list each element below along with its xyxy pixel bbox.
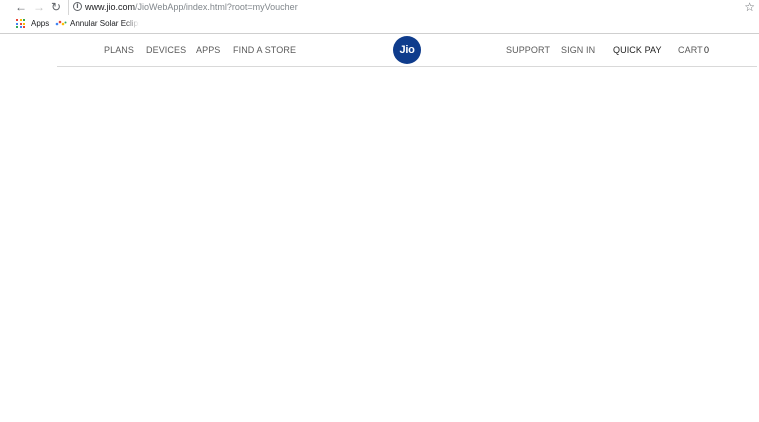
bookmarks-bar: Apps Annular Solar Eclipse — [0, 15, 759, 33]
back-arrow-icon[interactable]: ← — [15, 1, 27, 13]
bookmark-apps[interactable]: Apps — [31, 18, 49, 30]
reload-icon[interactable]: ↻ — [50, 1, 62, 13]
nav-plans[interactable]: PLANS — [104, 45, 134, 56]
site-header: PLANS DEVICES APPS FIND A STORE Jio SUPP… — [0, 34, 759, 67]
nav-find-a-store[interactable]: FIND A STORE — [233, 45, 296, 56]
address-bar: ← → ↻ i www.jio.com/JioWebApp/index.html… — [0, 0, 759, 15]
nav-apps[interactable]: APPS — [196, 45, 220, 56]
apps-grid-icon[interactable] — [16, 19, 26, 29]
cart-count-badge: 0 — [704, 45, 710, 55]
url-text[interactable]: www.jio.com/JioWebApp/index.html?root=my… — [85, 1, 298, 13]
bookmark-annular-solar-eclipse[interactable]: Annular Solar Eclipse — [70, 18, 139, 30]
jio-logo-text: Jio — [399, 44, 415, 56]
nav-cart[interactable]: CART — [678, 45, 703, 56]
url-path: /JioWebApp/index.html?root=myVoucher — [135, 2, 298, 12]
url-field[interactable]: i www.jio.com/JioWebApp/index.html?root=… — [68, 0, 759, 15]
url-host: www.jio.com — [85, 2, 136, 12]
nav-sign-in[interactable]: SIGN IN — [561, 45, 595, 56]
jio-logo[interactable]: Jio — [393, 36, 421, 64]
nav-support[interactable]: SUPPORT — [506, 45, 550, 56]
eclipse-favicon-icon — [55, 20, 67, 26]
nav-devices[interactable]: DEVICES — [146, 45, 186, 56]
forward-arrow-icon[interactable]: → — [33, 1, 45, 13]
header-divider — [57, 66, 757, 67]
bookmark-star-icon[interactable]: ☆ — [744, 0, 755, 14]
nav-quick-pay[interactable]: QUICK PAY — [613, 45, 662, 56]
info-icon[interactable]: i — [73, 2, 82, 11]
